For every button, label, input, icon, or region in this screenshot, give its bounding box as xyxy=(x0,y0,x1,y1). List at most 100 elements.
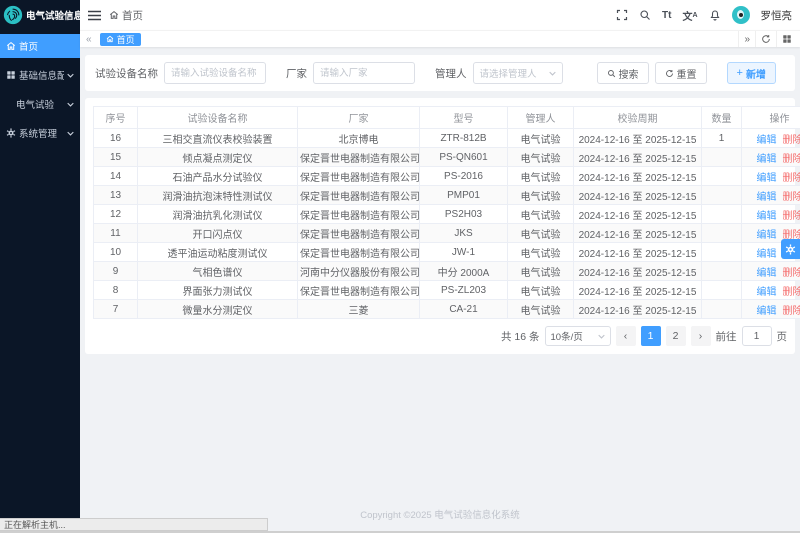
cell-model: JW-1 xyxy=(420,243,508,262)
cell-manufacturer: 保定晋世电器制造有限公司 xyxy=(298,281,420,300)
collapse-tabs-icon[interactable]: « xyxy=(83,34,95,45)
cell-manufacturer: 保定晋世电器制造有限公司 xyxy=(298,148,420,167)
cell-qty xyxy=(702,243,742,262)
cell-manufacturer: 保定晋世电器制造有限公司 xyxy=(298,186,420,205)
fullscreen-icon[interactable] xyxy=(616,9,628,21)
edit-link[interactable]: 编辑 xyxy=(757,230,777,241)
reset-button[interactable]: 重置 xyxy=(655,62,707,84)
username[interactable]: 罗恒亮 xyxy=(761,8,793,23)
page-button-2[interactable]: 2 xyxy=(666,326,686,346)
delete-link[interactable]: 删除 xyxy=(783,211,800,222)
translate-en: A xyxy=(692,12,697,19)
edit-link[interactable]: 编辑 xyxy=(757,287,777,298)
delete-link[interactable]: 删除 xyxy=(783,173,800,184)
page-button-1[interactable]: 1 xyxy=(641,326,661,346)
cell-no: 9 xyxy=(94,262,138,281)
edit-link[interactable]: 编辑 xyxy=(757,249,777,260)
cell-manager: 电气试验 xyxy=(508,262,574,281)
goto-page-input[interactable] xyxy=(742,326,772,346)
cell-manager: 电气试验 xyxy=(508,243,574,262)
search-icon[interactable] xyxy=(639,9,651,21)
user-avatar[interactable] xyxy=(732,6,750,24)
edit-link[interactable]: 编辑 xyxy=(757,192,777,203)
manager-select[interactable]: 请选择管理人 xyxy=(473,62,563,84)
sidebar-item-basic-config[interactable]: 基础信息配置 xyxy=(0,63,80,87)
cell-name: 润滑油抗乳化测试仪 xyxy=(138,205,298,224)
hamburger-menu-icon[interactable] xyxy=(88,10,101,21)
next-page-button[interactable]: › xyxy=(691,326,711,346)
font-size-icon[interactable]: Tt xyxy=(662,10,671,21)
table-header-row: 序号 试验设备名称 厂家 型号 管理人 校验周期 数量 操作 xyxy=(94,107,800,129)
cell-period: 2024-12-16 至 2025-12-15 xyxy=(574,300,702,319)
cell-model: PMP01 xyxy=(420,186,508,205)
table-row: 8 界面张力测试仪 保定晋世电器制造有限公司 PS-ZL203 电气试验 202… xyxy=(94,281,800,300)
chevron-down-icon xyxy=(67,102,74,107)
tab-home[interactable]: 首页 xyxy=(100,33,141,46)
cell-name: 润滑油抗泡沫特性测试仪 xyxy=(138,186,298,205)
cell-ops: 编辑删除 xyxy=(742,186,800,205)
home-icon xyxy=(6,41,16,51)
gear-icon xyxy=(6,128,16,138)
delete-link[interactable]: 删除 xyxy=(783,192,800,203)
table-row: 14 石油产品水分试验仪 保定晋世电器制造有限公司 PS-2016 电气试验 2… xyxy=(94,167,800,186)
delete-link[interactable]: 删除 xyxy=(783,306,800,317)
sidebar-item-label: 电气试验 xyxy=(16,97,54,111)
cell-period: 2024-12-16 至 2025-12-15 xyxy=(574,148,702,167)
chevron-down-icon xyxy=(67,131,74,136)
cell-name: 开口闪点仪 xyxy=(138,224,298,243)
equipment-table: 序号 试验设备名称 厂家 型号 管理人 校验周期 数量 操作 16 xyxy=(93,106,800,319)
cell-manufacturer: 河南中分仪器股份有限公司 xyxy=(298,262,420,281)
device-name-input[interactable] xyxy=(164,62,266,84)
table-row: 7 微量水分测定仪 三菱 CA-21 电气试验 2024-12-16 至 202… xyxy=(94,300,800,319)
delete-link[interactable]: 删除 xyxy=(783,268,800,279)
translate-icon[interactable]: 文A xyxy=(682,8,697,23)
sidebar-item-system-admin[interactable]: 系统管理 xyxy=(0,121,80,145)
edit-link[interactable]: 编辑 xyxy=(757,211,777,222)
cell-qty xyxy=(702,205,742,224)
cell-period: 2024-12-16 至 2025-12-15 xyxy=(574,167,702,186)
delete-link[interactable]: 删除 xyxy=(783,135,800,146)
cell-manager: 电气试验 xyxy=(508,167,574,186)
tab-bar: « 首页 » xyxy=(80,30,800,47)
delete-link[interactable]: 删除 xyxy=(783,287,800,298)
manufacturer-label: 厂家 xyxy=(286,66,307,81)
prev-page-button[interactable]: ‹ xyxy=(616,326,636,346)
cell-name: 气相色谱仪 xyxy=(138,262,298,281)
cell-manufacturer: 三菱 xyxy=(298,300,420,319)
table-row: 12 润滑油抗乳化测试仪 保定晋世电器制造有限公司 PS2H03 电气试验 20… xyxy=(94,205,800,224)
cell-model: JKS xyxy=(420,224,508,243)
theme-settings-button[interactable] xyxy=(781,239,800,259)
expand-tabs-icon[interactable]: » xyxy=(738,31,755,47)
sidebar-item-home[interactable]: 首页 xyxy=(0,34,80,58)
edit-link[interactable]: 编辑 xyxy=(757,173,777,184)
cell-manufacturer: 保定晋世电器制造有限公司 xyxy=(298,167,420,186)
cell-period: 2024-12-16 至 2025-12-15 xyxy=(574,186,702,205)
search-button[interactable]: 搜索 xyxy=(597,62,649,84)
cell-ops: 编辑删除 xyxy=(742,129,800,148)
add-button[interactable]: + 新增 xyxy=(727,62,776,84)
page-size-select[interactable]: 10条/页 xyxy=(545,326,611,346)
cell-qty xyxy=(702,281,742,300)
sidebar-item-electrical-test[interactable]: 电气试验 xyxy=(0,92,80,116)
edit-link[interactable]: 编辑 xyxy=(757,135,777,146)
edit-link[interactable]: 编辑 xyxy=(757,154,777,165)
manufacturer-input[interactable] xyxy=(313,62,415,84)
content-area: 试验设备名称 厂家 管理人 请选择管理人 搜索 重置 xyxy=(80,47,800,533)
sidebar-item-label: 基础信息配置 xyxy=(19,68,64,82)
bell-icon[interactable] xyxy=(709,9,721,22)
delete-link[interactable]: 删除 xyxy=(783,154,800,165)
cell-period: 2024-12-16 至 2025-12-15 xyxy=(574,243,702,262)
cell-no: 13 xyxy=(94,186,138,205)
col-header-qty: 数量 xyxy=(702,107,742,129)
cell-manufacturer: 北京博电 xyxy=(298,129,420,148)
cell-model: PS-ZL203 xyxy=(420,281,508,300)
layout-grid-icon[interactable] xyxy=(776,31,797,47)
breadcrumb-item: 首页 xyxy=(122,8,143,23)
edit-link[interactable]: 编辑 xyxy=(757,268,777,279)
cell-qty xyxy=(702,148,742,167)
cell-name: 界面张力测试仪 xyxy=(138,281,298,300)
cell-model: PS2H03 xyxy=(420,205,508,224)
edit-link[interactable]: 编辑 xyxy=(757,306,777,317)
sidebar-item-label: 首页 xyxy=(19,39,38,53)
refresh-icon[interactable] xyxy=(755,31,776,47)
